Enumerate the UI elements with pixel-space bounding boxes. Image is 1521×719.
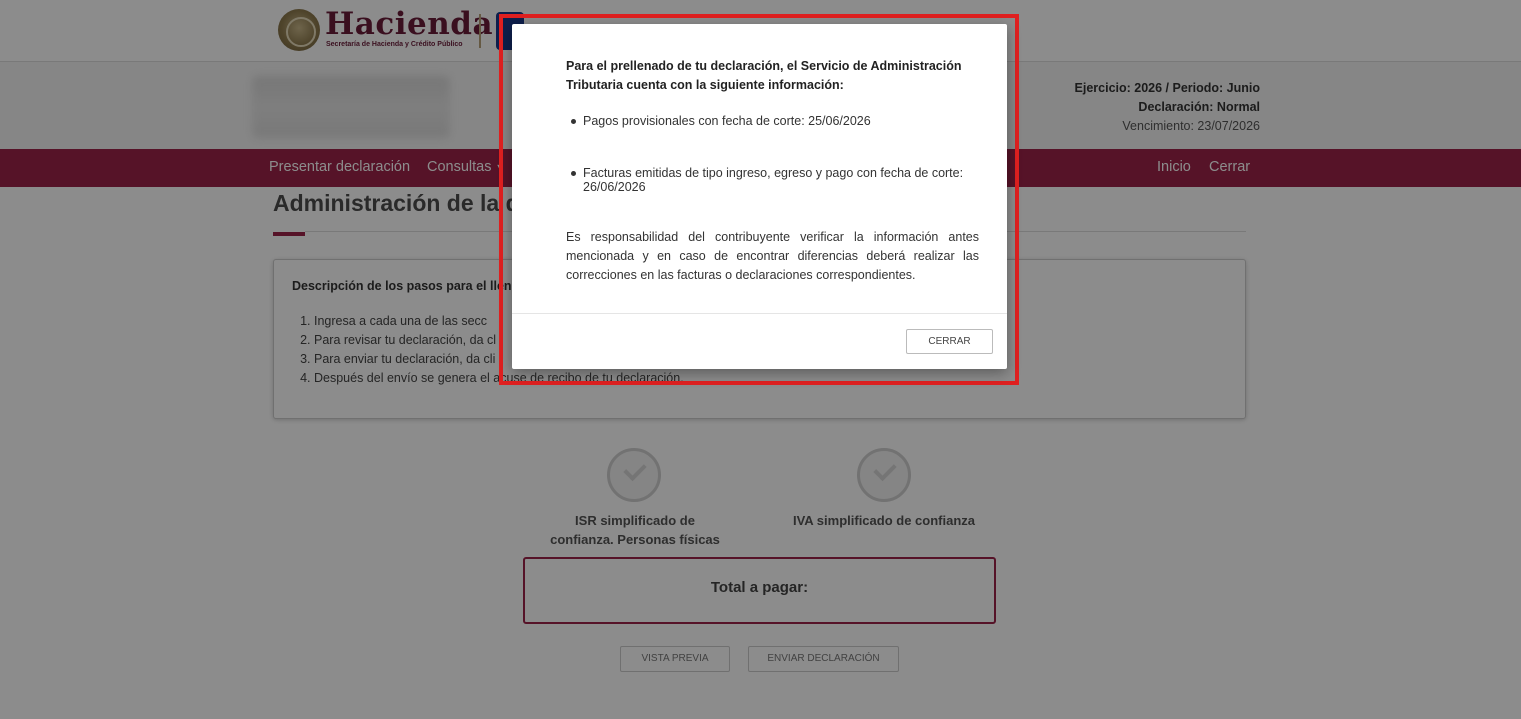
bullet-text: Facturas emitidas de tipo ingreso, egres… [583, 166, 964, 194]
bullet-text: Pagos provisionales con fecha de corte: … [583, 114, 871, 128]
modal-intro-text: Para el prellenado de tu declaración, el… [566, 59, 962, 92]
modal-bullet-item: Facturas emitidas de tipo ingreso, egres… [566, 166, 983, 194]
bullet-dot-icon [571, 171, 576, 176]
modal-footer-divider [512, 313, 1007, 314]
modal-bullet-item: Pagos provisionales con fecha de corte: … [566, 114, 983, 128]
close-button[interactable]: CERRAR [906, 329, 993, 354]
bullet-dot-icon [571, 119, 576, 124]
prefill-info-modal: Para el prellenado de tu declaración, el… [512, 24, 1007, 369]
modal-responsibility-text: Es responsabilidad del contribuyente ver… [566, 230, 979, 282]
